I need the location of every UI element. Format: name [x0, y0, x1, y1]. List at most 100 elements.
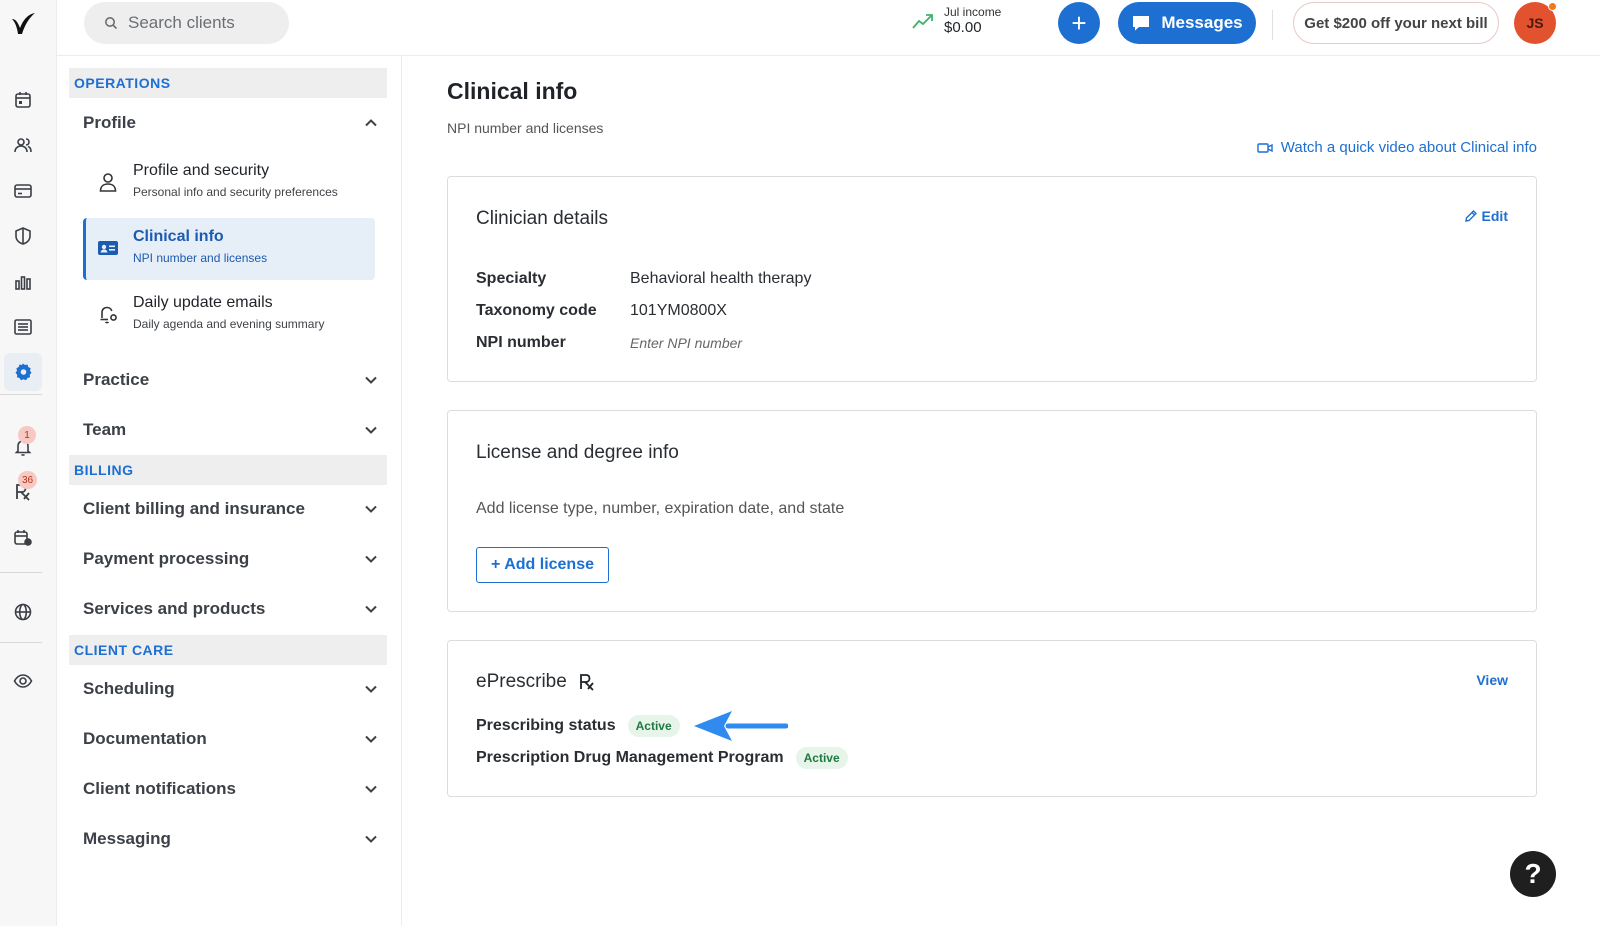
- subitem-subtitle: Daily agenda and evening summary: [133, 317, 325, 331]
- section-header-operations: OPERATIONS: [69, 68, 387, 98]
- calendar-settings-icon[interactable]: [4, 519, 42, 557]
- insurance-shield-icon[interactable]: [4, 217, 42, 255]
- status-badge: Active: [627, 715, 680, 737]
- chat-bubble-icon: [1133, 16, 1150, 31]
- messages-label: Messages: [1161, 13, 1243, 32]
- analytics-icon[interactable]: [4, 263, 42, 301]
- eprescribe-card: ePrescribe View Prescribing status Activ…: [447, 640, 1537, 797]
- arrow-left-icon: [693, 711, 788, 741]
- subitem-title: Clinical info: [133, 228, 224, 245]
- status-label: Prescription Drug Management Program: [476, 749, 784, 766]
- chevron-down-icon: [365, 735, 377, 743]
- section-header-billing: BILLING: [69, 455, 387, 485]
- video-camera-icon: [1257, 142, 1273, 153]
- settings-gear-icon[interactable]: [4, 353, 42, 391]
- sidebar-subitem-daily-update-emails[interactable]: Daily update emails Daily agenda and eve…: [83, 284, 375, 346]
- sidebar-item-label: Services and products: [83, 599, 266, 618]
- activity-list-icon[interactable]: [4, 308, 42, 346]
- eye-icon[interactable]: [4, 662, 42, 700]
- npi-placeholder: Enter NPI number: [630, 335, 743, 351]
- card-title: ePrescribe: [476, 671, 567, 692]
- chevron-down-icon: [365, 426, 377, 434]
- specialty-row: Specialty Behavioral health therapy: [476, 270, 811, 288]
- field-label: Specialty: [476, 270, 547, 287]
- page-title: Clinical info: [447, 78, 578, 104]
- sidebar-item-documentation[interactable]: Documentation: [83, 724, 378, 754]
- avatar[interactable]: JS: [1514, 2, 1557, 44]
- watch-video-label: Watch a quick video about Clinical info: [1280, 139, 1537, 156]
- taxonomy-row: Taxonomy code 101YM0800X: [476, 302, 727, 320]
- watch-video-link[interactable]: Watch a quick video about Clinical info: [1257, 139, 1537, 156]
- top-bar: Search clients Jul income $0.00 + Messag…: [57, 0, 1600, 56]
- promo-button[interactable]: Get $200 off your next bill: [1293, 2, 1499, 44]
- chevron-down-icon: [365, 505, 377, 513]
- license-description: Add license type, number, expiration dat…: [476, 500, 845, 517]
- edit-button[interactable]: Edit: [1464, 208, 1508, 224]
- sidebar-item-label: Documentation: [83, 729, 207, 748]
- sidebar-item-label: Team: [83, 420, 127, 439]
- person-icon: [99, 173, 117, 192]
- chevron-down-icon: [365, 555, 377, 563]
- create-new-button[interactable]: +: [1058, 2, 1100, 44]
- messages-button[interactable]: Messages: [1118, 2, 1256, 44]
- status-badge: Active: [795, 747, 848, 769]
- bell-gear-icon: [100, 306, 117, 324]
- sidebar-item-practice[interactable]: Practice: [83, 365, 378, 395]
- sidebar-item-profile[interactable]: Profile: [83, 108, 378, 138]
- sidebar-item-scheduling[interactable]: Scheduling: [83, 674, 378, 704]
- sidebar-subitem-clinical-info[interactable]: Clinical info NPI number and licenses: [83, 218, 375, 280]
- sidebar-item-label: Payment processing: [83, 549, 250, 568]
- license-card: License and degree info Add license type…: [447, 410, 1537, 612]
- id-card-icon: [98, 241, 118, 255]
- sidebar-item-services-products[interactable]: Services and products: [83, 594, 378, 624]
- sidebar-item-client-notifications[interactable]: Client notifications: [83, 774, 378, 804]
- prescriptions-rx-icon[interactable]: 36: [4, 471, 42, 511]
- pencil-icon: [1464, 210, 1477, 222]
- chevron-down-icon: [365, 605, 377, 613]
- clients-icon[interactable]: [4, 126, 42, 164]
- field-value: Behavioral health therapy: [630, 270, 812, 287]
- search-input[interactable]: Search clients: [84, 2, 289, 44]
- sidebar-subitem-profile-security[interactable]: Profile and security Personal info and s…: [83, 152, 375, 214]
- topbar-divider: [1272, 10, 1273, 40]
- app-logo-icon[interactable]: [9, 10, 37, 38]
- sidebar-item-label: Messaging: [83, 829, 171, 848]
- chevron-down-icon: [365, 376, 377, 384]
- pdmp-status-row: Prescription Drug Management Program Act…: [476, 747, 848, 769]
- rail-divider: [0, 394, 42, 395]
- sidebar-item-payment-processing[interactable]: Payment processing: [83, 544, 378, 574]
- subitem-subtitle: Personal info and security preferences: [133, 185, 338, 199]
- settings-sidebar: OPERATIONS Profile Profile and security …: [57, 56, 402, 926]
- rail-divider: [0, 642, 42, 643]
- sidebar-item-client-billing[interactable]: Client billing and insurance: [83, 494, 378, 524]
- chevron-up-icon: [365, 119, 377, 127]
- view-button[interactable]: View: [1476, 672, 1508, 688]
- subitem-title: Daily update emails: [133, 294, 273, 311]
- eprescribe-title: ePrescribe: [476, 671, 597, 693]
- sidebar-item-messaging[interactable]: Messaging: [83, 824, 378, 854]
- calendar-icon[interactable]: [4, 81, 42, 119]
- field-label: NPI number: [476, 334, 566, 351]
- prescribing-status-row: Prescribing status Active: [476, 709, 788, 743]
- globe-icon[interactable]: [4, 593, 42, 631]
- notifications-bell-icon[interactable]: 1: [4, 426, 42, 466]
- card-title: Clinician details: [476, 208, 609, 229]
- app-rail: 1 36: [0, 0, 57, 926]
- help-button[interactable]: ?: [1510, 851, 1556, 897]
- npi-row: NPI number Enter NPI number: [476, 334, 742, 352]
- billing-card-icon[interactable]: [4, 172, 42, 210]
- income-value: $0.00: [944, 19, 982, 36]
- sidebar-item-label: Client notifications: [83, 779, 236, 798]
- search-placeholder: Search clients: [128, 13, 235, 32]
- card-title: License and degree info: [476, 442, 679, 463]
- field-label: Taxonomy code: [476, 302, 597, 319]
- sidebar-item-label: Practice: [83, 370, 150, 389]
- chevron-down-icon: [365, 835, 377, 843]
- chevron-down-icon: [365, 685, 377, 693]
- sidebar-item-team[interactable]: Team: [83, 415, 378, 445]
- add-license-button[interactable]: + Add license: [476, 547, 609, 583]
- subitem-subtitle: NPI number and licenses: [133, 251, 268, 265]
- income-widget[interactable]: Jul income $0.00: [912, 5, 1001, 36]
- field-value: 101YM0800X: [630, 302, 727, 319]
- page-subtitle: NPI number and licenses: [447, 120, 604, 136]
